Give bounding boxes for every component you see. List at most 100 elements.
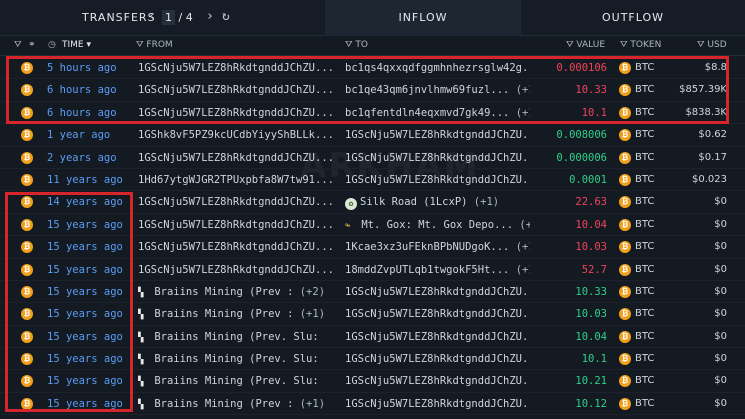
to-address[interactable]: 1GScNju5W7LEZ8hRkdtgnddJChZU... [345,353,530,365]
to-address[interactable]: Silk Road (1LcxP) [360,196,467,208]
token-cell[interactable]: BTC [635,375,654,386]
from-address[interactable]: Braiins Mining (Prev. Slu: [154,375,318,387]
to-address[interactable]: 1GScNju5W7LEZ8hRkdtgnddJChZU... [345,129,530,141]
table-row[interactable]: ₿ 2 years ago 1GScNju5W7LEZ8hRkdtgnddJChZU… [0,147,745,169]
from-address[interactable]: 1Hd67ytgWJGR2TPUxpbfa8W7tw91... [138,174,334,186]
from-address[interactable]: 1GScNju5W7LEZ8hRkdtgnddJChZU... [138,219,334,231]
to-address[interactable]: 1GScNju5W7LEZ8hRkdtgnddJChZU... [345,152,530,164]
from-address[interactable]: Braiins Mining (Prev. Slu: [154,331,318,343]
from-address[interactable]: 1GScNju5W7LEZ8hRkdtgnddJChZU... [138,62,334,74]
chevron-left-icon[interactable]: ‹ [148,9,156,24]
table-row[interactable]: ₿ 15 years ago ▚ Braiins Mining (Prev. Slu… [0,326,745,349]
from-address[interactable]: Braiins Mining (Prev : [154,398,293,410]
table-row[interactable]: ₿ 15 years ago 1GScNju5W7LEZ8hRkdtgnddJChZ… [0,259,745,281]
table-row[interactable]: ₿ 15 years ago 1GScNju5W7LEZ8hRkdtgnddJChZ… [0,214,745,237]
time-link[interactable]: 6 hours ago [47,107,117,119]
column-usd[interactable]: ⛛ USD [697,40,727,50]
to-address[interactable]: 18mddZvpUTLqb1twgokF5Ht... [345,264,509,276]
time-link[interactable]: 15 years ago [47,264,123,276]
time-link[interactable]: 15 years ago [47,331,123,343]
to-address[interactable]: bc1qfentdln4eqxmvd7gk49... [345,107,509,119]
to-address[interactable]: 1GScNju5W7LEZ8hRkdtgnddJChZU... [345,375,530,387]
bitcoin-icon: ₿ [21,84,33,97]
chevron-right-icon[interactable]: › [206,9,214,24]
time-link[interactable]: 15 years ago [47,241,123,253]
column-to[interactable]: ⛛ TO [345,40,368,50]
token-cell[interactable]: BTC [635,241,654,252]
column-value[interactable]: ⛛ VALUE [566,40,605,50]
time-link[interactable]: 15 years ago [47,375,123,387]
from-address[interactable]: Braiins Mining (Prev : [154,308,293,320]
token-cell[interactable]: BTC [635,152,654,163]
to-address[interactable]: 1GScNju5W7LEZ8hRkdtgnddJChZU... [345,308,530,320]
table-row[interactable]: ₿ 5 hours ago 1GScNju5W7LEZ8hRkdtgnddJChZU… [0,57,745,80]
from-address[interactable]: 1GScNju5W7LEZ8hRkdtgnddJChZU... [138,196,334,208]
to-address[interactable]: 1GScNju5W7LEZ8hRkdtgnddJChZU... [345,398,530,410]
to-address[interactable]: Mt. Gox: Mt. Gox Depo... [361,219,513,231]
time-link[interactable]: 15 years ago [47,286,123,298]
time-link[interactable]: 2 years ago [47,152,117,164]
time-link[interactable]: 15 years ago [47,353,123,365]
link-icon[interactable]: ⚭ [28,40,36,50]
token-cell[interactable]: BTC [635,129,654,140]
token-cell[interactable]: BTC [635,286,654,297]
time-link[interactable]: 11 years ago [47,174,123,186]
table-row[interactable]: ₿ 6 hours ago 1GScNju5W7LEZ8hRkdtgnddJChZU… [0,79,745,102]
table-row[interactable]: ₿ 6 hours ago 1GScNju5W7LEZ8hRkdtgnddJChZU… [0,102,745,125]
table-row[interactable]: ₿ 15 years ago ▚ Braiins Mining (Prev : (+… [0,281,745,304]
tab-outflow[interactable]: OUTFLOW [521,0,745,36]
tab-inflow[interactable]: INFLOW [325,0,521,36]
to-address[interactable]: bc1qs4qxxqdfggmhnhezrsglw42g... [345,62,530,74]
table-row[interactable]: ₿ 14 years ago 1GScNju5W7LEZ8hRkdtgnddJChZ… [0,191,745,214]
table-row[interactable]: ₿ 15 years ago ▚ Braiins Mining (Prev : (+… [0,303,745,326]
column-from[interactable]: ⛛ FROM [136,40,173,50]
bitcoin-icon: ₿ [21,129,33,142]
token-cell[interactable]: BTC [635,398,654,409]
time-link[interactable]: 15 years ago [47,398,123,410]
from-cell: 1GScNju5W7LEZ8hRkdtgnddJChZU... [138,241,338,253]
from-address[interactable]: Braiins Mining (Prev. Slu: [154,353,318,365]
to-address[interactable]: 1GScNju5W7LEZ8hRkdtgnddJChZU... [345,286,530,298]
token-cell[interactable]: BTC [635,174,654,185]
table-row[interactable]: ₿ 1 year ago 1GShk8vF5PZ9kcUCdbYiyyShBLLk.… [0,124,745,147]
column-token[interactable]: ⛛ TOKEN [620,40,661,50]
time-link[interactable]: 15 years ago [47,219,123,231]
table-row[interactable]: ₿ 15 years ago ▚ Braiins Mining (Prev : (+… [0,393,745,416]
bitcoin-token-icon: ₿ [619,151,631,164]
to-plus-count: (+1) [515,241,530,254]
to-address[interactable]: 1Kcae3xz3uFEknBPbNUDgoK... [345,241,509,253]
to-address[interactable]: 1GScNju5W7LEZ8hRkdtgnddJChZU... [345,331,530,343]
time-link[interactable]: 6 hours ago [47,84,117,96]
time-link[interactable]: 5 hours ago [47,62,117,74]
token-cell[interactable]: BTC [635,308,654,319]
token-cell[interactable]: BTC [635,62,654,73]
table-row[interactable]: ₿ 15 years ago ▚ Braiins Mining (Prev. Slu… [0,370,745,393]
from-address[interactable]: 1GScNju5W7LEZ8hRkdtgnddJChZU... [138,152,334,164]
usd-cell: $838.3K [685,106,727,118]
time-link[interactable]: 1 year ago [47,129,110,141]
from-address[interactable]: 1GShk8vF5PZ9kcUCdbYiyyShBLLk... [138,129,334,141]
token-cell[interactable]: BTC [635,353,654,364]
token-cell[interactable]: BTC [635,107,654,118]
from-address[interactable]: 1GScNju5W7LEZ8hRkdtgnddJChZU... [138,241,334,253]
table-row[interactable]: ₿ 15 years ago ▚ Braiins Mining (Prev. Slu… [0,348,745,371]
table-row[interactable]: ₿ 11 years ago 1Hd67ytgWJGR2TPUxpbfa8W7tw9… [0,169,745,192]
table-row[interactable]: ₿ 15 years ago 1GScNju5W7LEZ8hRkdtgnddJChZ… [0,236,745,259]
refresh-icon[interactable]: ↻ [222,9,230,24]
from-address[interactable]: Braiins Mining (Prev : [154,286,293,298]
token-cell[interactable]: BTC [635,196,654,207]
to-address[interactable]: bc1qe43qm6jnvlhmw69fuzl... [345,84,509,96]
to-address[interactable]: 1GScNju5W7LEZ8hRkdtgnddJChZU... [345,174,530,186]
token-cell[interactable]: BTC [635,84,654,95]
from-address[interactable]: 1GScNju5W7LEZ8hRkdtgnddJChZU... [138,107,334,119]
token-cell[interactable]: BTC [635,219,654,230]
filter-icon[interactable]: ⛛ [14,40,22,50]
token-cell[interactable]: BTC [635,264,654,275]
to-cell: 1GScNju5W7LEZ8hRkdtgnddJChZU... [345,174,530,186]
from-address[interactable]: 1GScNju5W7LEZ8hRkdtgnddJChZU... [138,84,334,96]
from-address[interactable]: 1GScNju5W7LEZ8hRkdtgnddJChZU... [138,264,334,276]
time-link[interactable]: 15 years ago [47,308,123,320]
token-cell[interactable]: BTC [635,331,654,342]
column-time[interactable]: TIME ▾ [62,40,91,50]
time-link[interactable]: 14 years ago [47,196,123,208]
